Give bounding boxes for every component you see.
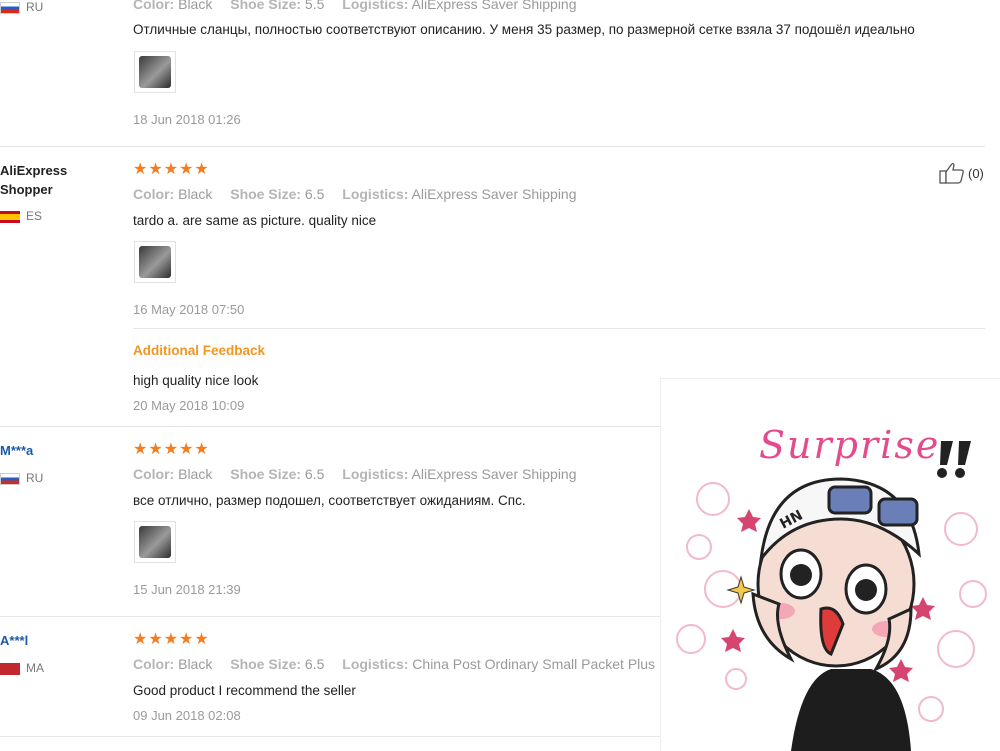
review-text: Good product I recommend the seller [133,683,356,698]
country-code: RU [26,0,44,14]
helpful-count: (0) [968,165,984,181]
review-photo-thumbnail[interactable] [134,521,176,563]
review-text: все отлично, размер подошел, соответству… [133,493,526,508]
review-date: 18 Jun 2018 01:26 [133,112,241,127]
reviewer-name[interactable]: A***l [0,631,28,650]
helpful-button[interactable]: (0) [939,162,984,184]
thumbs-up-icon [939,162,964,184]
logistics-value: AliExpress Saver Shipping [411,186,577,202]
color-label: Color: [133,186,175,202]
logistics-value: AliExpress Saver Shipping [411,0,577,12]
logistics-label: Logistics: [342,0,409,12]
size-label: Shoe Size: [230,0,302,12]
review-text: tardo a. are same as picture. quality ni… [133,213,377,228]
star-rating: ★★★★★ [133,631,210,648]
logistics-label: Logistics: [342,656,409,672]
color-value: Black [178,0,213,12]
review-meta: Color: Black Shoe Size: 5.5 Logistics: A… [133,0,577,12]
country-flag-ma [0,663,20,675]
surprise-sticker-image: Surprise HN [660,378,1000,751]
star-rating: ★★★★★ [133,441,210,458]
size-value: 5.5 [304,0,325,12]
size-value: 6.5 [304,466,325,482]
feedback-divider [133,328,985,329]
country-flag-ru [0,473,20,485]
review-date: 15 Jun 2018 21:39 [133,582,241,597]
review-meta: Color: Black Shoe Size: 6.5 Logistics: A… [133,186,577,202]
size-value: 6.5 [304,186,325,202]
country-code: MA [26,661,44,675]
country-code: RU [26,471,44,485]
reviewer-name[interactable]: M***a [0,441,33,460]
country-flag-es [0,211,20,223]
sticker-illustration: HN [676,441,987,751]
additional-feedback-text: high quality nice look [133,373,259,388]
additional-feedback-title: Additional Feedback [133,343,266,358]
logistics-value: China Post Ordinary Small Packet Plus [412,656,656,672]
color-value: Black [178,466,213,482]
review-photo-thumbnail[interactable] [134,241,176,283]
review-photo-thumbnail[interactable] [134,51,176,93]
review-meta: Color: Black Shoe Size: 6.5 Logistics: A… [133,466,577,482]
review-divider [0,736,660,737]
exclamation-icon [937,441,971,478]
color-value: Black [178,186,213,202]
review-divider [0,146,985,147]
review-divider [0,426,660,427]
country-flag-ru [0,2,20,14]
additional-feedback-date: 20 May 2018 10:09 [133,398,245,413]
review-divider [0,616,660,617]
size-label: Shoe Size: [230,656,302,672]
color-label: Color: [133,656,175,672]
country-code: ES [26,209,43,223]
review-date: 09 Jun 2018 02:08 [133,708,241,723]
review-date: 16 May 2018 07:50 [133,302,245,317]
size-label: Shoe Size: [230,186,302,202]
size-label: Shoe Size: [230,466,302,482]
color-label: Color: [133,0,175,12]
review-meta: Color: Black Shoe Size: 6.5 Logistics: C… [133,656,655,672]
logistics-label: Logistics: [342,186,409,202]
size-value: 6.5 [304,656,325,672]
star-rating: ★★★★★ [133,161,210,178]
reviewer-name: AliExpress Shopper [0,163,68,197]
logistics-label: Logistics: [342,466,409,482]
review-text: Отличные сланцы, полностью соответствуют… [133,22,915,37]
color-label: Color: [133,466,175,482]
color-value: Black [178,656,213,672]
logistics-value: AliExpress Saver Shipping [411,466,577,482]
